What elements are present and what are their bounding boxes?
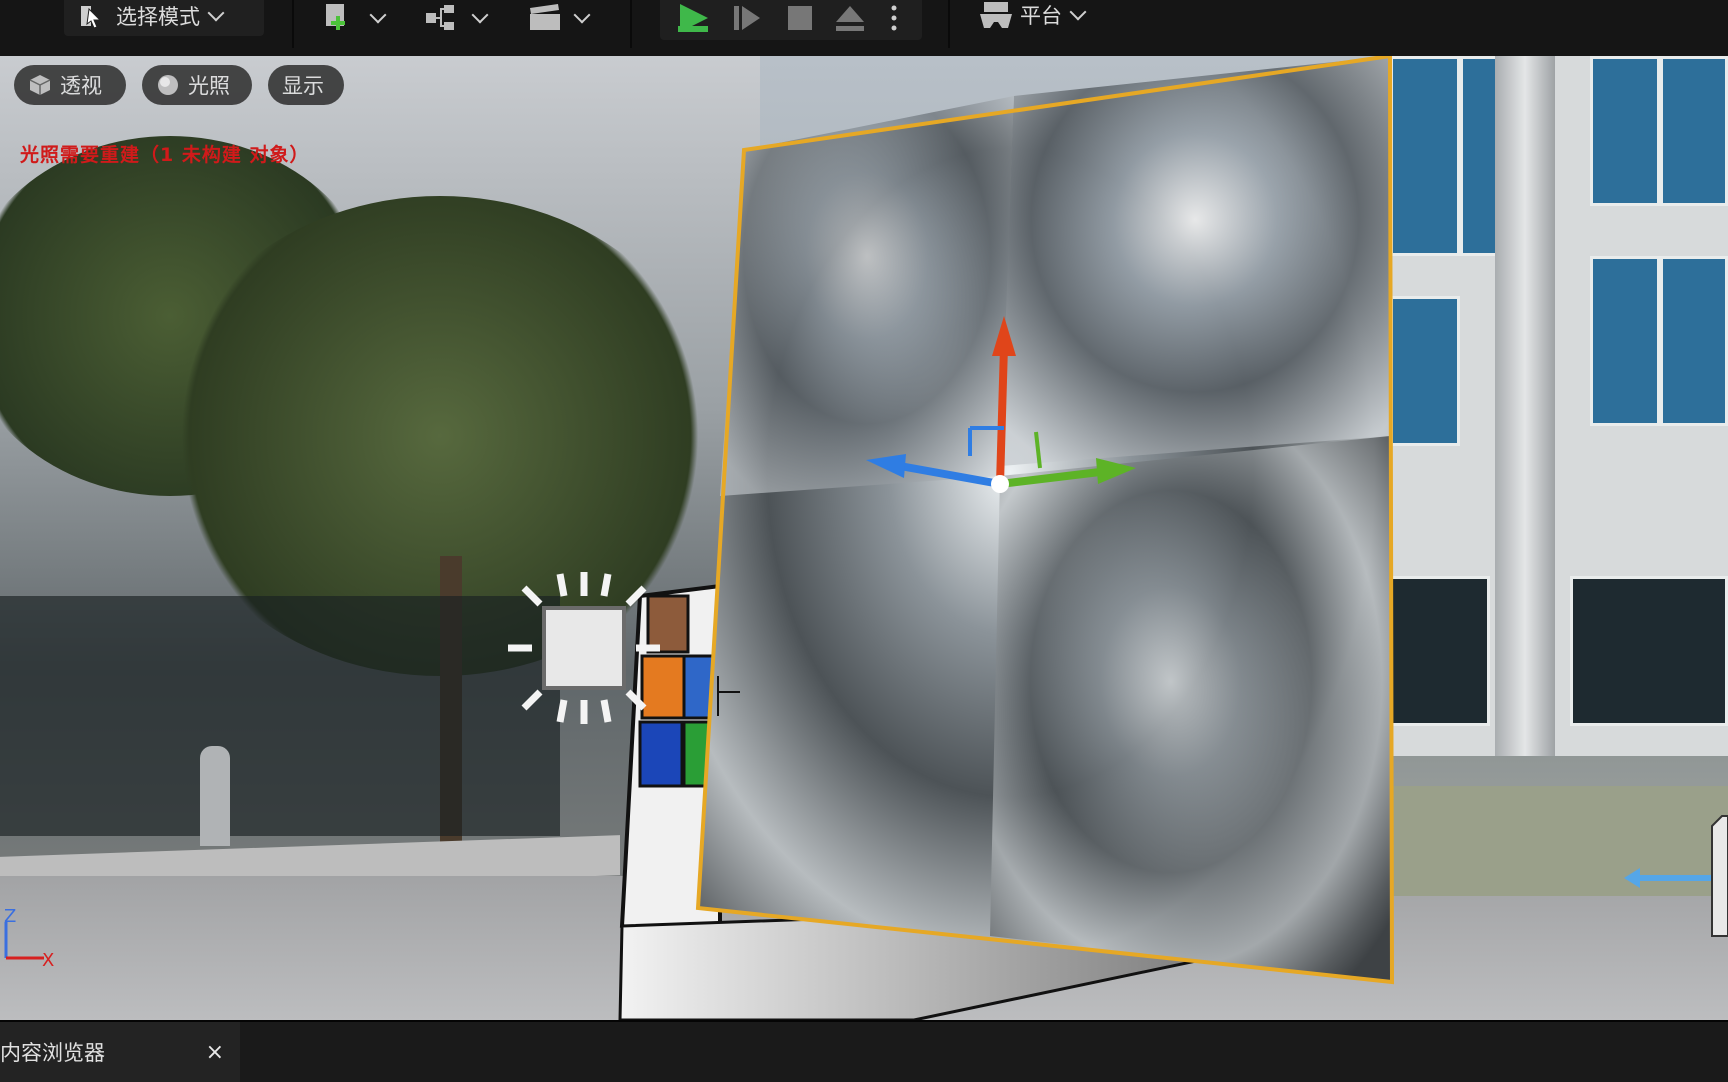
tab-content-browser[interactable]: 内容浏览器 × (0, 1022, 240, 1082)
chevron-down-icon (573, 6, 591, 24)
blueprint-icon (426, 5, 454, 30)
select-mode-dropdown[interactable]: 选择模式 (64, 0, 264, 36)
toolbar-divider (948, 0, 950, 48)
play-controls (660, 0, 922, 40)
platform-label: 平台 (1020, 4, 1062, 28)
chevron-down-icon (207, 4, 225, 22)
chevron-down-icon (471, 6, 489, 24)
show-flags-button[interactable]: 显示 (268, 65, 344, 105)
select-mode-icon (81, 6, 102, 29)
blueprint-button[interactable] (424, 0, 489, 36)
level-viewport[interactable]: Z X 透视 光照 显示 光照需要重建（1 未构建 对象） (0, 56, 1728, 1020)
chevron-down-icon (1069, 3, 1087, 21)
axis-indicator (4, 922, 44, 960)
scene-objects (4, 56, 1728, 1020)
platform-icon (980, 2, 1012, 28)
platform-dropdown[interactable]: 平台 (978, 0, 1087, 30)
lighting-mode-button[interactable]: 光照 (142, 65, 252, 105)
perspective-label: 透视 (60, 74, 102, 98)
axis-x-label: X (42, 950, 55, 971)
more-icon[interactable] (886, 2, 902, 34)
selected-metal-panel[interactable] (695, 56, 1395, 985)
lighting-sphere-icon (158, 75, 178, 95)
perspective-button[interactable]: 透视 (14, 65, 126, 105)
close-icon[interactable]: × (206, 1040, 224, 1065)
lighting-label: 光照 (188, 74, 230, 98)
step-icon[interactable] (730, 2, 764, 34)
add-actor-icon (326, 4, 345, 30)
eject-icon[interactable] (832, 2, 868, 34)
lighting-rebuild-warning: 光照需要重建（1 未构建 对象） (20, 144, 310, 166)
axis-z-label: Z (4, 906, 17, 927)
bottom-dock: 内容浏览器 × (0, 1020, 1728, 1082)
add-actor-button[interactable] (322, 0, 387, 36)
cube-icon (29, 75, 51, 95)
chevron-down-icon (369, 6, 387, 24)
toolbar-divider (292, 0, 294, 48)
stop-icon[interactable] (784, 2, 816, 34)
player-start-arrow (1624, 815, 1728, 937)
directional-light-icon[interactable] (504, 568, 664, 728)
main-toolbar: 选择模式 平台 (0, 0, 1728, 57)
toolbar-divider (630, 0, 632, 48)
select-mode-label: 选择模式 (116, 5, 200, 29)
play-icon[interactable] (674, 0, 714, 36)
cinematics-icon (530, 4, 560, 30)
show-label: 显示 (282, 74, 324, 98)
tab-content-browser-label: 内容浏览器 (0, 1041, 105, 1065)
cinematics-button[interactable] (526, 0, 591, 36)
